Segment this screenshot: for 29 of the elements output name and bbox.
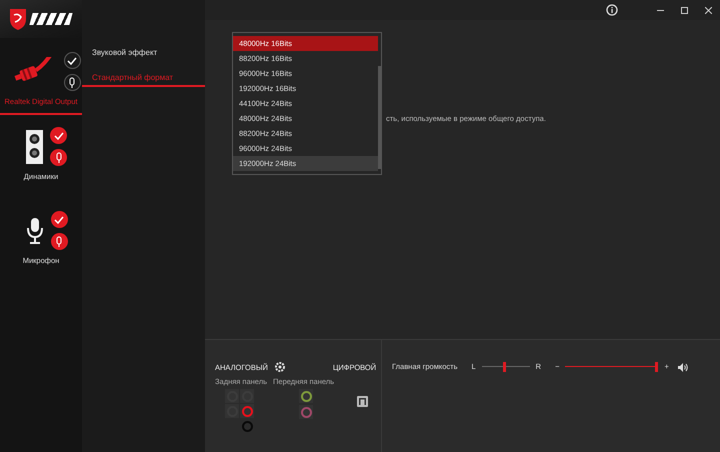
speaker-icon xyxy=(25,128,44,164)
menu-item[interactable]: Стандартный формат xyxy=(82,71,205,87)
default-check-button[interactable] xyxy=(50,127,67,144)
communication-button[interactable] xyxy=(50,149,67,166)
scrollbar[interactable] xyxy=(378,66,381,169)
microphone-icon xyxy=(24,216,44,244)
check-icon xyxy=(52,130,64,140)
digital-port-icon xyxy=(357,396,368,407)
volume-slider[interactable] xyxy=(565,362,658,372)
default-check-button[interactable] xyxy=(64,52,80,69)
speaker-icon[interactable] xyxy=(678,363,688,372)
slider-thumb[interactable] xyxy=(655,362,658,372)
slider-thumb[interactable] xyxy=(502,362,506,372)
menu-item[interactable]: Звуковой эффект xyxy=(82,46,205,71)
maximize-icon[interactable] xyxy=(681,6,688,14)
microphone-icon xyxy=(55,236,63,248)
communication-button[interactable] xyxy=(64,74,80,91)
default-check-button[interactable] xyxy=(50,211,68,228)
balance-slider[interactable] xyxy=(482,362,530,372)
shield-logo-icon xyxy=(8,7,28,31)
microphone-icon xyxy=(54,152,62,164)
microphone-icon xyxy=(68,76,76,88)
check-icon xyxy=(53,214,65,224)
info-icon[interactable] xyxy=(606,4,618,16)
logo-wordmark xyxy=(29,13,73,25)
check-icon xyxy=(66,56,78,66)
settings-icon[interactable] xyxy=(274,362,285,372)
close-icon[interactable] xyxy=(705,6,712,14)
communication-button[interactable] xyxy=(50,233,68,250)
